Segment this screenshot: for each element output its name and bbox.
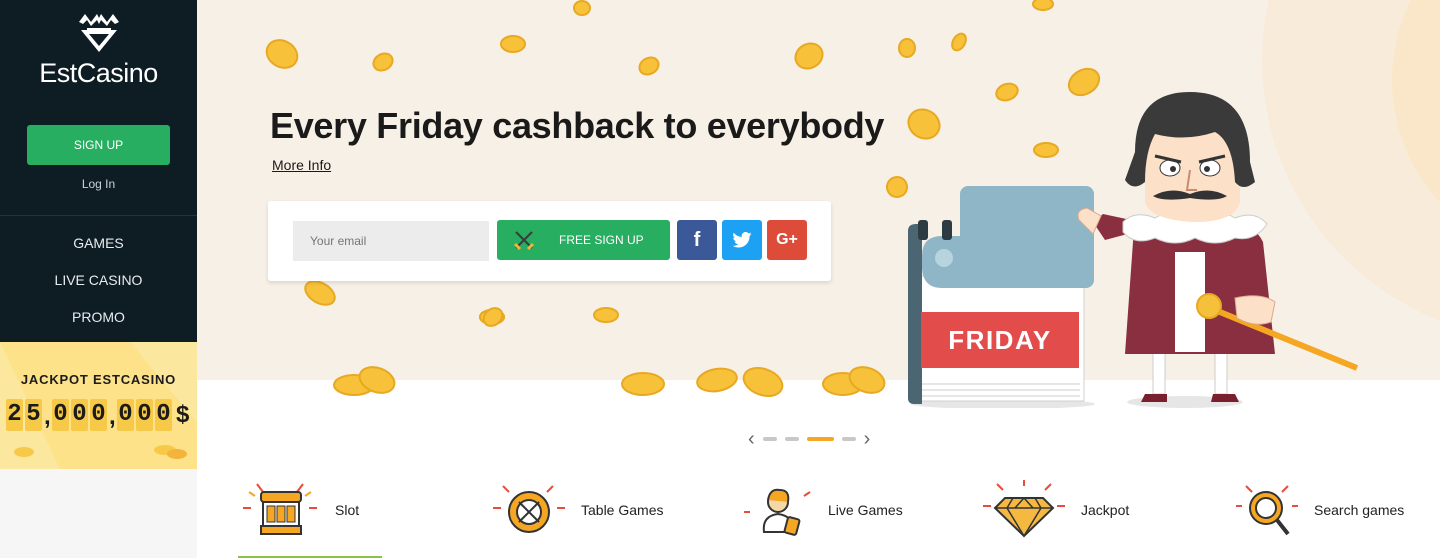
chevron-right-icon[interactable]: ›: [864, 429, 871, 449]
category-label: Slot: [335, 502, 360, 518]
facebook-icon: f: [693, 228, 701, 251]
sidebar-nav: GAMES LIVE CASINO PROMO: [0, 234, 197, 345]
slot-machine-icon: [243, 483, 317, 535]
jackpot-digit: 0: [136, 399, 153, 431]
roulette-icon: [493, 485, 565, 533]
jackpot-amount: 2 5 , 0 0 0 , 0 0 0 $: [6, 399, 189, 435]
chevron-left-icon[interactable]: ‹: [748, 429, 755, 449]
category-bar: Slot Table Games Live Games Jackpot Sear…: [197, 460, 1440, 558]
carousel-controls: ‹ ›: [748, 429, 871, 449]
hero-title: Every Friday cashback to everybody: [270, 105, 885, 146]
jackpot-digit: 2: [6, 399, 23, 431]
jackpot-currency: $: [176, 401, 190, 428]
friday-label: FRIDAY: [921, 312, 1079, 368]
nav-item-promo[interactable]: PROMO: [0, 308, 197, 345]
nav-item-live-casino[interactable]: LIVE CASINO: [0, 271, 197, 308]
friday-calendar-icon: [908, 186, 1095, 408]
carousel-dot-active[interactable]: [806, 437, 834, 441]
sidebar-footer-area: [0, 469, 197, 558]
more-info-link[interactable]: More Info: [272, 157, 331, 173]
category-label: Table Games: [581, 502, 664, 518]
signup-button[interactable]: SIGN UP: [27, 125, 170, 165]
category-label: Live Games: [828, 502, 903, 518]
mascot-character-icon: [1077, 92, 1359, 408]
sidebar: EstCasino SIGN UP Log In GAMES LIVE CASI…: [0, 0, 197, 342]
free-signup-button[interactable]: FREE SIGN UP: [497, 220, 670, 260]
logo-text: EstCasino: [39, 58, 158, 88]
jackpot-digit: 0: [155, 399, 172, 431]
diamond-icon: [983, 480, 1065, 538]
carousel-dot[interactable]: [784, 437, 799, 441]
jackpot-digit: 0: [52, 399, 69, 431]
magnifier-icon: [1236, 485, 1298, 536]
jackpot-separator: ,: [109, 403, 116, 430]
nav-item-games[interactable]: GAMES: [0, 234, 197, 271]
carousel-dot[interactable]: [841, 437, 856, 441]
jackpot-title: JACKPOT ESTCASINO: [20, 372, 177, 387]
jackpot-panel[interactable]: JACKPOT ESTCASINO 2 5 , 0 0 0 , 0 0 0 $: [0, 342, 197, 469]
jackpot-digit: 5: [25, 399, 42, 431]
sidebar-divider: [0, 215, 197, 216]
signup-form-card: FREE SIGN UP f G+: [268, 201, 831, 281]
google-plus-icon: G+: [776, 231, 798, 248]
jackpot-digit: 0: [71, 399, 88, 431]
logo[interactable]: EstCasino: [0, 12, 197, 89]
category-label: Search games: [1314, 502, 1405, 518]
live-dealer-icon: [744, 488, 811, 536]
twitter-button[interactable]: [722, 220, 762, 260]
twitter-icon: [732, 232, 752, 248]
jackpot-digit: 0: [117, 399, 134, 431]
crown-logo-icon: [78, 14, 119, 52]
category-search-games[interactable]: Search games: [1232, 478, 1404, 542]
category-live-games[interactable]: Live Games: [740, 478, 903, 542]
jackpot-separator: ,: [44, 403, 51, 430]
category-slot[interactable]: Slot: [237, 478, 359, 542]
facebook-button[interactable]: f: [677, 220, 717, 260]
category-jackpot[interactable]: Jackpot: [979, 478, 1129, 542]
crossed-swords-icon: [513, 231, 535, 251]
category-table-games[interactable]: Table Games: [489, 478, 663, 542]
jackpot-digit: 0: [90, 399, 107, 431]
free-signup-label: FREE SIGN UP: [559, 233, 644, 247]
category-label: Jackpot: [1081, 502, 1130, 518]
google-plus-button[interactable]: G+: [767, 220, 807, 260]
carousel-dot[interactable]: [762, 437, 777, 441]
login-link[interactable]: Log In: [0, 177, 197, 191]
email-input[interactable]: [293, 221, 489, 261]
